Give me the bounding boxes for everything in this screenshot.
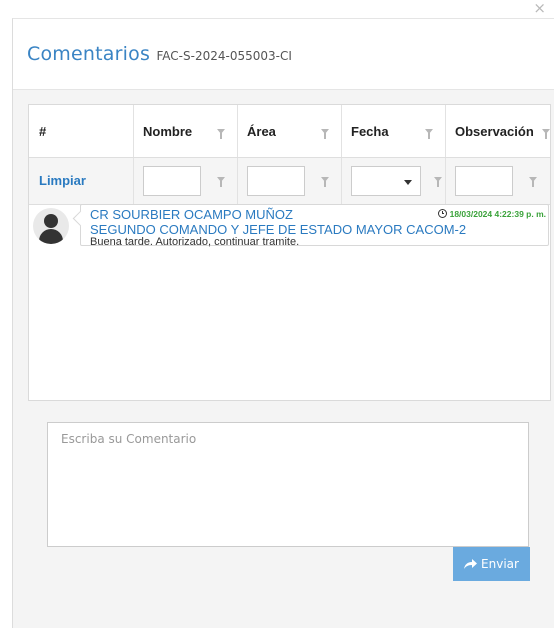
send-button-label: Enviar — [481, 557, 519, 571]
comment-text: Buena tarde. Autorizado, continuar trami… — [90, 236, 300, 248]
filter-cell-nombre — [133, 158, 238, 204]
comment-item: CR SOURBIER OCAMPO MUÑOZ SEGUNDO COMANDO… — [72, 204, 549, 248]
filter-cell-observacion — [445, 158, 550, 204]
filter-icon[interactable] — [321, 177, 329, 187]
comment-date: 18/03/2024 4:22:39 p. m. — [437, 209, 546, 219]
fecha-filter-select[interactable] — [351, 166, 421, 196]
filter-cell-fecha — [341, 158, 446, 204]
filter-cell-area — [237, 158, 342, 204]
clear-filters-link[interactable]: Limpiar — [39, 173, 86, 188]
document-code: FAC-S-2024-055003-CI — [156, 49, 292, 63]
close-icon[interactable]: × — [533, 0, 546, 16]
comment-textarea[interactable] — [47, 422, 529, 547]
column-header-observacion[interactable]: Observación — [445, 105, 550, 157]
modal-body: # Nombre Área Fecha Observación Limpiar … — [13, 90, 554, 628]
area-filter-input[interactable] — [247, 166, 305, 196]
filter-icon[interactable] — [529, 177, 537, 187]
comments-modal: Comentarios FAC-S-2024-055003-CI # Nombr… — [12, 18, 554, 628]
filter-icon[interactable] — [425, 129, 433, 139]
filter-icon[interactable] — [217, 177, 225, 187]
comment-author: CR SOURBIER OCAMPO MUÑOZ — [90, 207, 293, 222]
comment-author-position: SEGUNDO COMANDO Y JEFE DE ESTADO MAYOR C… — [90, 222, 467, 237]
nombre-filter-input[interactable] — [143, 166, 201, 196]
reply-arrow-icon — [464, 559, 478, 569]
modal-header: Comentarios FAC-S-2024-055003-CI — [27, 43, 292, 65]
send-button[interactable]: Enviar — [453, 547, 530, 581]
column-header-fecha[interactable]: Fecha — [341, 105, 446, 157]
grid-header-row: # Nombre Área Fecha Observación — [29, 105, 550, 158]
clock-icon — [437, 209, 447, 218]
filter-icon[interactable] — [217, 129, 225, 139]
grid-filter-row: Limpiar — [29, 158, 550, 205]
column-header-number[interactable]: # — [29, 105, 134, 157]
comments-grid: # Nombre Área Fecha Observación Limpiar … — [28, 104, 551, 401]
filter-icon[interactable] — [321, 129, 329, 139]
column-header-nombre[interactable]: Nombre — [133, 105, 238, 157]
filter-cell-number: Limpiar — [29, 158, 134, 204]
filter-icon[interactable] — [542, 129, 550, 139]
avatar-icon — [33, 208, 69, 244]
filter-icon[interactable] — [434, 177, 442, 187]
observacion-filter-input[interactable] — [455, 166, 513, 196]
column-header-area[interactable]: Área — [237, 105, 342, 157]
chevron-down-icon — [404, 180, 412, 185]
modal-title: Comentarios — [27, 43, 151, 65]
